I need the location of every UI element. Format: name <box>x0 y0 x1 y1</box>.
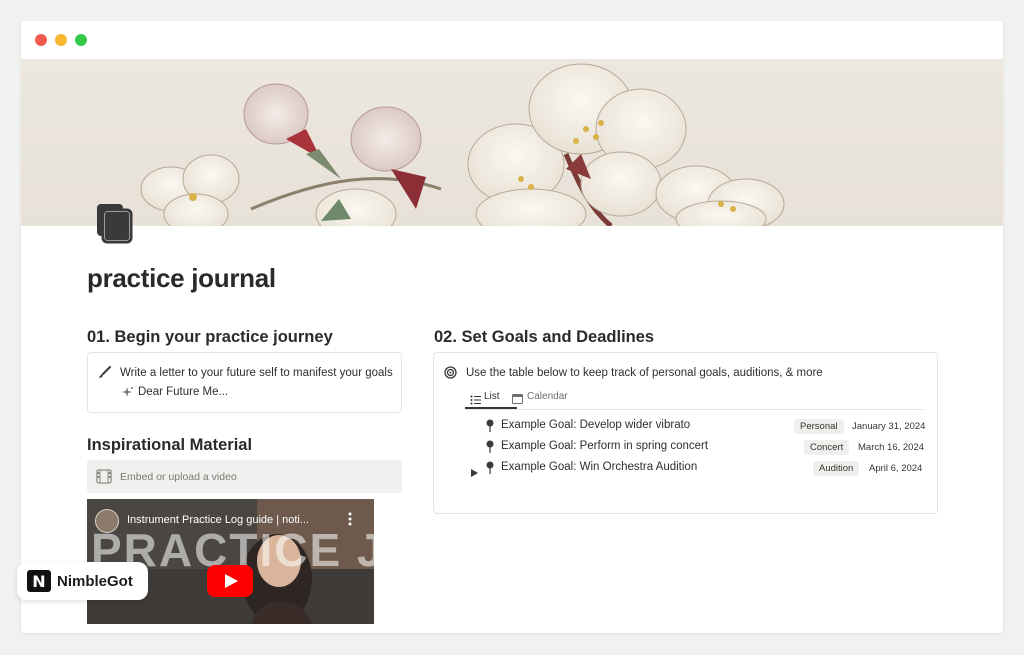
goals-callout-text: Use the table below to keep track of per… <box>466 367 823 379</box>
goal-date: January 31, 2024 <box>852 421 926 432</box>
calendar-icon <box>512 391 523 409</box>
sparkle-icon <box>121 386 134 404</box>
goal-tag[interactable]: Personal <box>794 419 844 434</box>
pin-icon <box>486 461 494 479</box>
close-window-button[interactable] <box>35 34 47 46</box>
future-self-callout[interactable]: Write a letter to your future self to ma… <box>87 352 402 413</box>
inspirational-heading[interactable]: Inspirational Material <box>87 436 252 455</box>
expand-toggle-icon[interactable] <box>471 464 478 482</box>
brand-logo-icon: N <box>27 570 51 592</box>
tab-list-label: List <box>484 391 500 402</box>
tabs-divider <box>465 409 925 410</box>
target-icon <box>444 366 457 384</box>
embed-placeholder-text: Embed or upload a video <box>120 471 237 483</box>
cherry-blossom-illustration <box>140 63 785 226</box>
paintbrush-icon <box>98 366 111 384</box>
embed-video-placeholder[interactable]: Embed or upload a video <box>87 460 402 493</box>
more-options-icon[interactable] <box>347 511 353 532</box>
goals-callout[interactable]: Use the table below to keep track of per… <box>433 352 938 514</box>
table-row[interactable]: Example Goal: Develop wider vibrato Pers… <box>434 416 937 437</box>
goal-title[interactable]: Example Goal: Develop wider vibrato <box>501 419 690 431</box>
goal-date: April 6, 2024 <box>869 463 923 474</box>
dear-future-me-link[interactable]: Dear Future Me... <box>138 386 228 398</box>
list-icon <box>470 392 481 410</box>
pin-icon <box>486 419 494 437</box>
app-window: practice journal 01. Begin your practice… <box>21 21 1003 633</box>
film-icon <box>96 469 112 489</box>
goal-tag[interactable]: Audition <box>813 461 860 476</box>
callout-text: Write a letter to your future self to ma… <box>120 367 393 379</box>
brand-name: NimbleGot <box>57 573 133 590</box>
goal-title[interactable]: Example Goal: Perform in spring concert <box>501 440 708 452</box>
book-stack-icon[interactable] <box>95 202 135 244</box>
goal-title[interactable]: Example Goal: Win Orchestra Audition <box>501 461 697 473</box>
goal-tag[interactable]: Concert <box>804 440 850 455</box>
section-goals-heading[interactable]: 02. Set Goals and Deadlines <box>434 328 654 347</box>
window-titlebar <box>21 21 1003 59</box>
tab-calendar-label: Calendar <box>527 391 568 402</box>
youtube-play-icon[interactable] <box>207 565 253 602</box>
goal-date: March 16, 2024 <box>858 442 925 453</box>
section-begin-heading[interactable]: 01. Begin your practice journey <box>87 328 333 347</box>
pin-icon <box>486 440 494 458</box>
svg-text:N: N <box>32 572 45 591</box>
minimize-window-button[interactable] <box>55 34 67 46</box>
page-title[interactable]: practice journal <box>87 263 276 294</box>
video-title[interactable]: Instrument Practice Log guide | noti... <box>127 514 337 526</box>
tab-list[interactable]: List <box>465 387 517 409</box>
brand-badge[interactable]: N NimbleGot <box>17 562 148 600</box>
cover-image[interactable] <box>21 59 1003 226</box>
maximize-window-button[interactable] <box>75 34 87 46</box>
channel-avatar[interactable] <box>95 509 119 533</box>
table-row[interactable]: Example Goal: Perform in spring concert … <box>434 437 937 458</box>
tab-calendar[interactable]: Calendar <box>512 387 582 409</box>
table-row[interactable]: Example Goal: Win Orchestra Audition Aud… <box>434 458 937 479</box>
